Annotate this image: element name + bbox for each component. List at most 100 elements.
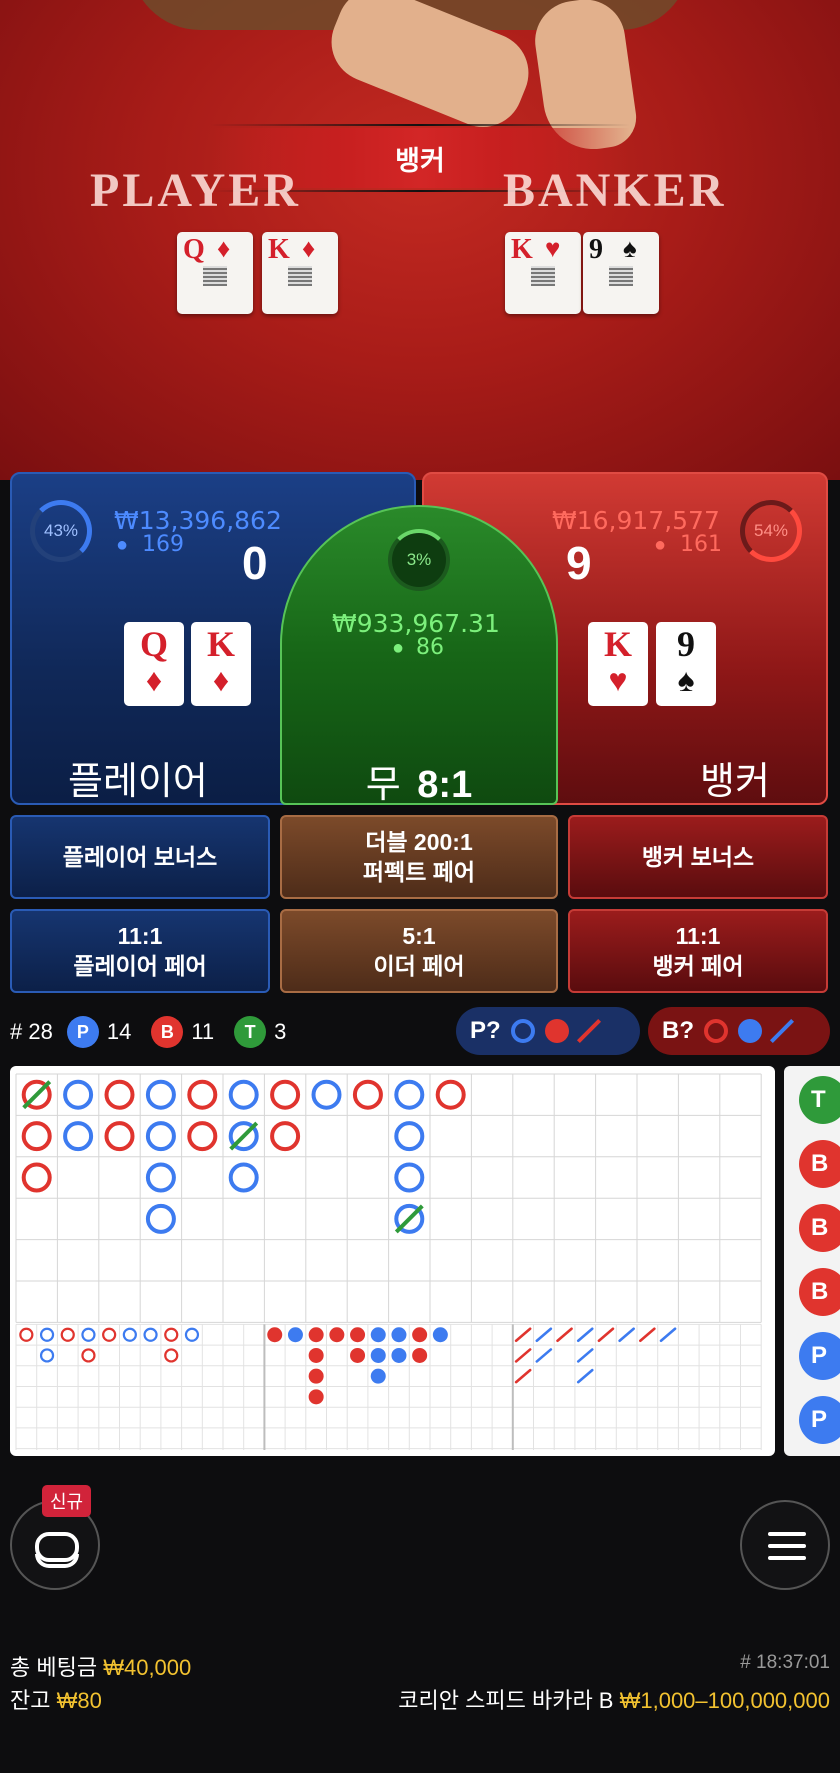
big-road-player [145,1079,176,1110]
tie-bettors: 86 [416,635,444,660]
banker-pair-label: 뱅커 페어 [652,953,744,979]
banker-amount: ₩16,917,577 [552,506,720,535]
big-road-player [145,1121,176,1152]
video-banker-card-2: 9 ♠ [583,232,659,314]
menu-icon [768,1532,806,1562]
banker-pair-payout: 11:1 [675,923,721,949]
banker-pair-button[interactable]: 11:1 뱅커 페어 [568,909,828,993]
big-eye-red-icon [704,1019,728,1043]
perfect-pair-button[interactable]: 더블 200:1 퍼펙트 페어 [280,815,558,899]
banker-card-1: K ♥ [588,622,648,706]
video-player-card-1: Q ♦ [177,232,253,314]
table-limits: ₩1,000–100,000,000 [619,1688,830,1713]
bead-player: P [799,1332,840,1380]
player-amount: ₩13,396,862 [114,506,282,535]
player-win-count: 14 [106,1019,132,1044]
total-bet: 총 베팅금 ₩40,000 [10,1650,191,1682]
tie-bet-spot[interactable]: 3% ₩933,967.31 ● 86 무 8:1 [280,505,558,808]
big-road-player [311,1079,342,1110]
banker-bettors: 161 [680,532,722,557]
table-name: 코리안 스피드 바카라 B [398,1688,614,1713]
player-pair-label: 플레이어 페어 [73,953,207,979]
big-road-player [63,1121,94,1152]
user-icon: ● [654,534,667,556]
big-road-banker [270,1079,301,1110]
either-pair-button[interactable]: 5:1 이더 페어 [280,909,558,993]
scoreboard-roadmap[interactable] [10,1066,775,1456]
tie-count: 3 [274,1019,287,1044]
player-pair-payout: 11:1 [117,923,163,949]
banker-bonus-button[interactable]: 뱅커 보너스 [568,815,828,899]
tie-payout: 8:1 [417,764,473,806]
player-bonus-label: 플레이어 보너스 [62,844,218,870]
live-video: 뱅커 PLAYER BANKER Q ♦ K ♦ K ♥ 9 ♠ [0,0,840,480]
video-banker-card-1: K ♥ [505,232,581,314]
big-road-player [394,1162,425,1193]
big-road-player [394,1121,425,1152]
player-card-2: K ♦ [191,622,251,706]
tie-badge: T [234,1016,267,1048]
chips-icon [35,1532,79,1568]
banker-percent-ring: 54% [740,500,802,562]
table-banker-label: BANKER [503,164,727,217]
tie-label: 무 [365,764,401,806]
cockroach-blue-icon [769,1018,795,1044]
player-score: 0 [242,537,268,589]
big-road-banker [435,1079,466,1110]
video-player-card-2: K ♦ [262,232,338,314]
roadmap-grid [15,1073,762,1450]
bead-banker: B [799,1204,840,1252]
round-stats: # 28 P 14 B 11 T 3 [10,1012,286,1052]
round-time: # 18:37:01 [740,1652,830,1673]
big-road-player [228,1079,259,1110]
small-road-blue-icon [738,1019,762,1043]
banker-score: 9 [566,537,592,589]
player-pair-button[interactable]: 11:1 플레이어 페어 [10,909,270,993]
player-label: 플레이어 [68,761,208,803]
total-bet-label: 총 베팅금 [10,1655,98,1680]
player-percent-ring: 43% [30,500,92,562]
big-road-banker [21,1162,52,1193]
tie-label-row: 무 8:1 [282,753,556,808]
bead-banker: B [799,1140,840,1188]
big-road-player [394,1079,425,1110]
balance-value: ₩80 [56,1688,102,1713]
table-player-label: PLAYER [90,164,301,217]
bead-tie: T [799,1076,840,1124]
banker-label: 뱅커 [700,761,770,803]
either-pair-payout: 5:1 [402,923,436,949]
big-road-player [145,1162,176,1193]
banker-card-2: 9 ♠ [656,622,716,706]
user-icon: ● [116,534,129,556]
player-prediction-button[interactable]: P? [456,1007,640,1055]
big-road-banker [104,1121,135,1152]
round-number: # 28 [10,1019,53,1044]
tie-percent-ring: 3% [388,529,450,591]
banker-prediction-button[interactable]: B? [648,1007,830,1055]
total-bet-value: ₩40,000 [103,1655,192,1680]
big-road-banker [352,1079,383,1110]
bead-player: P [799,1396,840,1444]
small-road-red-icon [544,1019,569,1043]
tie-amount: ₩933,967.31 [332,609,500,638]
banker-win-count: 11 [191,1019,215,1044]
banker-bonus-label: 뱅커 보너스 [641,844,755,870]
bead-road-preview[interactable]: T B B B P P [784,1066,840,1456]
table-info: 코리안 스피드 바카라 B ₩1,000–100,000,000 [398,1683,830,1715]
cockroach-red-icon [576,1018,601,1044]
big-road-banker [187,1121,218,1152]
big-eye-blue-icon [510,1019,535,1043]
user-icon: ● [392,637,405,659]
big-road-player [145,1203,176,1234]
big-road-banker [104,1079,135,1110]
player-bettors: 169 [142,532,184,557]
big-road-player [63,1079,94,1110]
player-bonus-button[interactable]: 플레이어 보너스 [10,815,270,899]
balance: 잔고 ₩80 [10,1683,102,1715]
big-road-banker [270,1121,301,1152]
big-road-player [228,1162,259,1193]
menu-button[interactable] [740,1500,830,1590]
perfect-pair-label: 퍼펙트 페어 [362,859,476,885]
either-pair-label: 이더 페어 [373,953,465,979]
balance-label: 잔고 [10,1688,51,1713]
